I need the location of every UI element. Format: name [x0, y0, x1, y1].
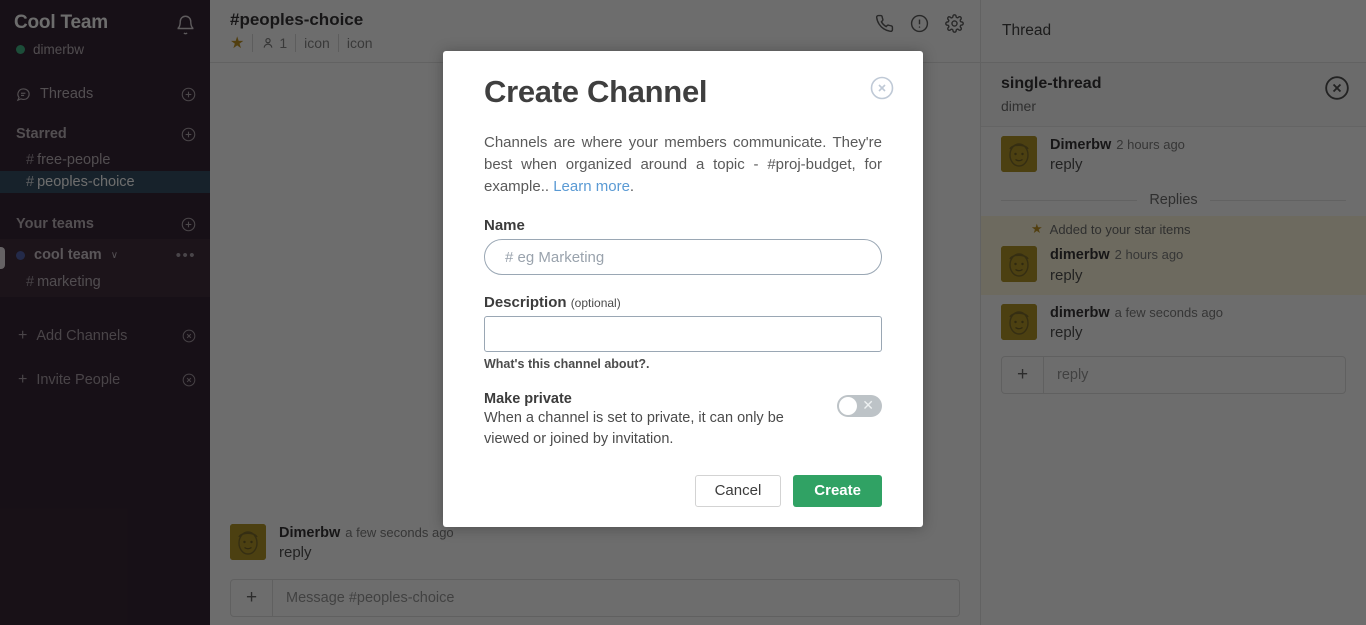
learn-more-link[interactable]: Learn more	[553, 178, 630, 195]
make-private-description: When a channel is set to private, it can…	[484, 410, 784, 447]
modal-description-end: .	[629, 178, 635, 196]
modal-actions: Cancel Create	[484, 474, 882, 507]
make-private-toggle[interactable]: ✕	[837, 395, 882, 418]
channel-name-input[interactable]: # eg Marketing	[484, 239, 882, 276]
make-private-block: Make private When a channel is set to pr…	[484, 391, 882, 449]
channel-name-placeholder: # eg Marketing	[505, 248, 605, 266]
description-optional-text: (optional)	[570, 296, 621, 311]
make-private-label: Make private	[484, 391, 572, 408]
toggle-knob	[839, 397, 857, 416]
app-root: Cool Team dimerbw	[0, 0, 1366, 625]
description-label-text: Description	[484, 294, 567, 312]
description-field-label: Description (optional)	[484, 294, 882, 311]
cancel-button[interactable]: Cancel	[694, 474, 782, 507]
modal-close-icon[interactable]	[870, 76, 894, 100]
name-label-text: Name	[484, 217, 525, 235]
modal-title: Create Channel	[484, 74, 708, 109]
description-hint: What's this channel about?.	[484, 357, 650, 372]
modal-description: Channels are where your members communic…	[484, 132, 882, 198]
name-field-label: Name	[484, 217, 882, 234]
create-button[interactable]: Create	[793, 474, 882, 507]
create-channel-modal: Create Channel Channels are where your m…	[443, 51, 923, 527]
toggle-off-icon: ✕	[862, 397, 874, 414]
modal-description-text: Channels are where your members communic…	[484, 134, 882, 196]
channel-description-input[interactable]	[484, 316, 882, 353]
